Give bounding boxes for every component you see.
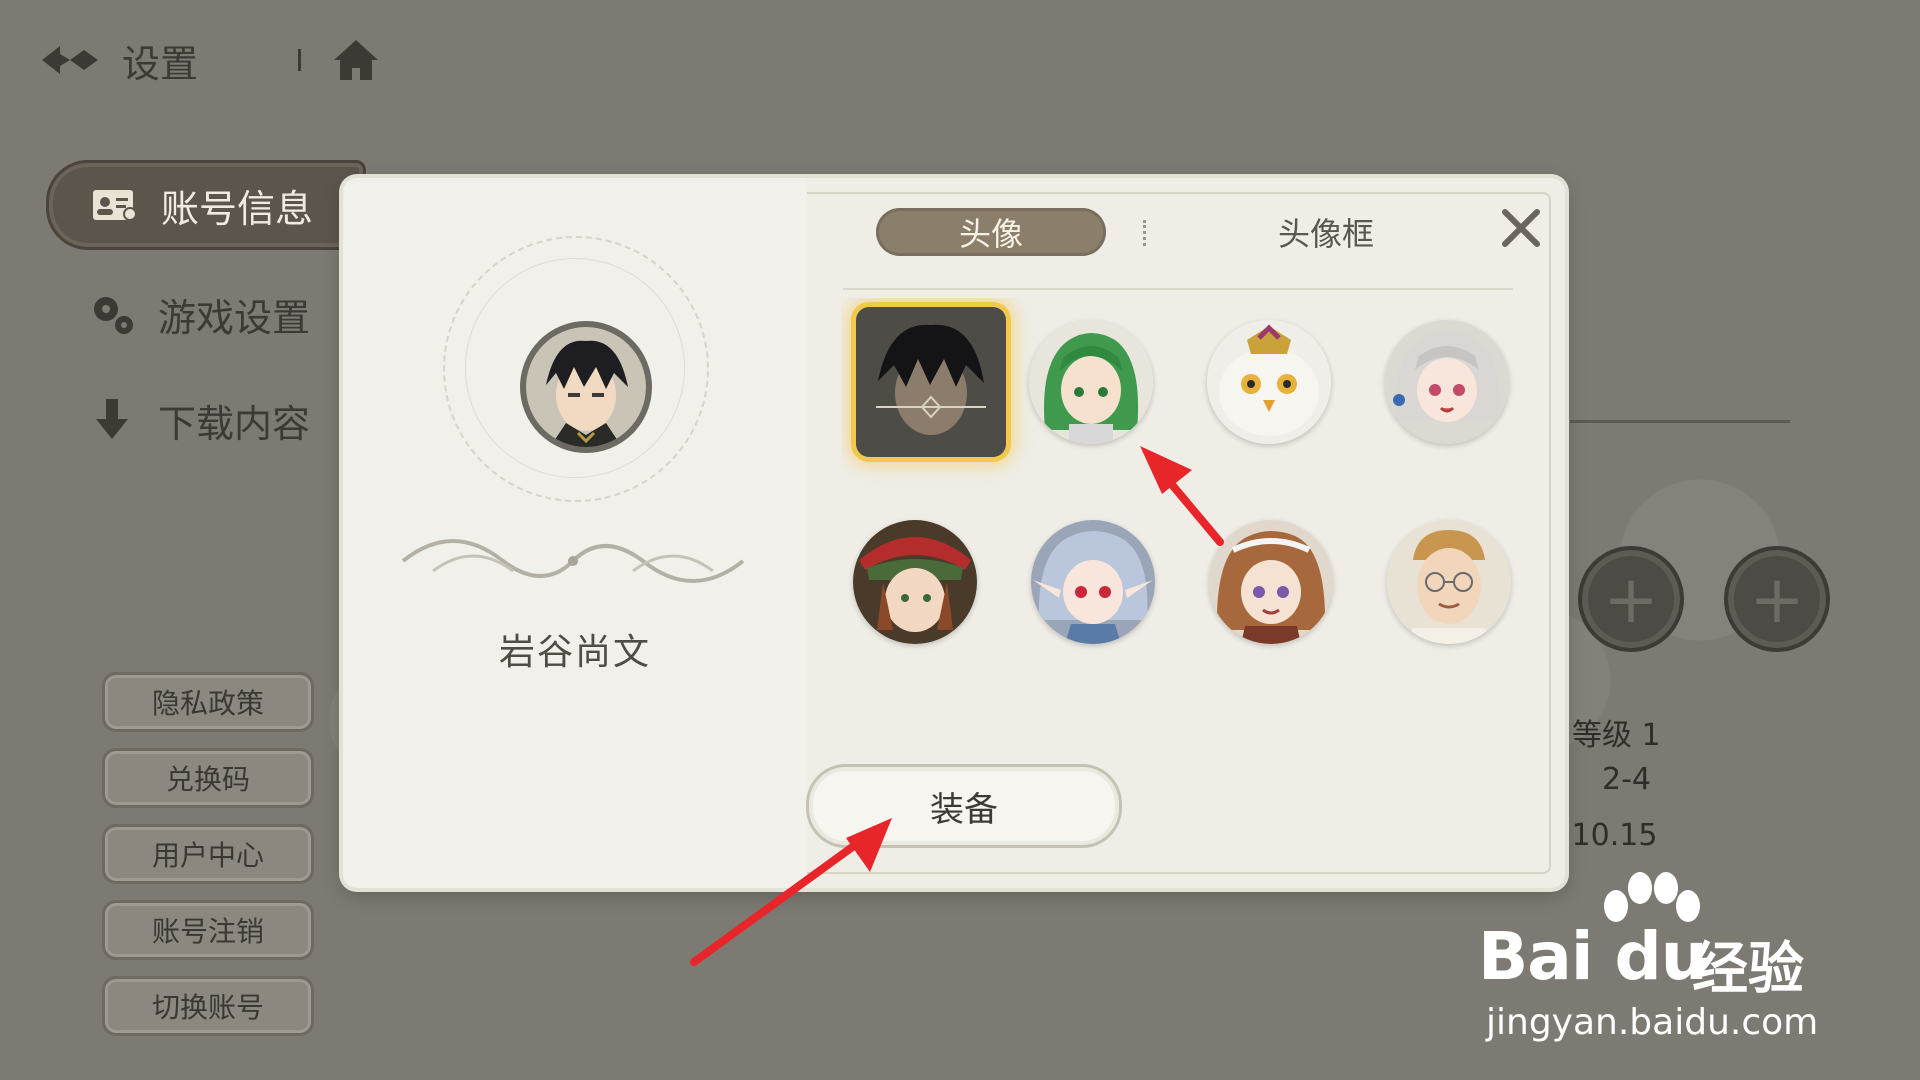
redeem-code-button[interactable]: 兑换码	[102, 748, 314, 808]
avatar-option-silver-hair-girl[interactable]	[1385, 320, 1509, 444]
info-value: .10.15	[1562, 818, 1658, 853]
divider	[843, 288, 1513, 290]
current-avatar	[520, 321, 652, 453]
top-bar: 设置	[40, 30, 383, 90]
watermark-brand: Bai du	[1478, 918, 1708, 995]
tab-bar: 头像 头像框	[876, 208, 1476, 256]
sidebar-item-account-info[interactable]: 账号信息	[46, 160, 366, 250]
gears-icon	[86, 293, 138, 335]
add-button[interactable]: +	[1578, 546, 1684, 652]
watermark-url: jingyan.baidu.com	[1486, 1002, 1819, 1043]
baidu-watermark: Bai du 经验 jingyan.baidu.com	[1470, 870, 1910, 1070]
sidebar-item-label: 账号信息	[161, 186, 314, 231]
avatar-option-white-owl-creature[interactable]	[1207, 320, 1331, 444]
avatar-select-dialog: 岩谷尚文 头像 头像框 装备	[343, 178, 1565, 888]
watermark-brand-cn: 经验	[1692, 937, 1804, 1002]
avatar-option-dark-hair-male[interactable]	[851, 302, 1011, 462]
switch-account-button[interactable]: 切换账号	[102, 976, 314, 1036]
avatar-option-red-hat-girl[interactable]	[853, 520, 977, 644]
page-title: 设置	[122, 41, 199, 86]
equip-button[interactable]: 装备	[806, 764, 1122, 848]
sidebar-item-game-settings[interactable]: 游戏设置	[46, 272, 366, 356]
close-icon[interactable]	[1493, 200, 1549, 256]
divider	[298, 49, 302, 71]
id-card-icon	[89, 184, 141, 226]
decorative-flourish	[401, 539, 745, 583]
avatar-option-blue-hair-elf-girl[interactable]	[1031, 520, 1155, 644]
level-label: 等级 1	[1572, 718, 1661, 753]
avatar-option-old-man-glasses[interactable]	[1387, 520, 1511, 644]
avatar-option-green-hair-girl[interactable]	[1029, 320, 1153, 444]
avatar-option-brown-hair-girl[interactable]	[1209, 520, 1333, 644]
tab-avatar-frame[interactable]: 头像框	[1206, 208, 1446, 256]
delete-account-button[interactable]: 账号注销	[102, 900, 314, 960]
sidebar: 账号信息 游戏设置 下载内容	[46, 160, 366, 484]
user-center-button[interactable]: 用户中心	[102, 824, 314, 884]
avatar-grid	[841, 298, 1541, 718]
tab-separator	[1143, 220, 1149, 246]
preview-panel: 岩谷尚文	[343, 178, 807, 888]
privacy-policy-button[interactable]: 隐私政策	[102, 672, 314, 732]
info-value: 2-4	[1602, 762, 1651, 797]
sidebar-item-label: 下载内容	[158, 401, 311, 446]
account-actions: 隐私政策 兑换码 用户中心 账号注销 切换账号	[102, 672, 314, 1052]
add-button[interactable]: +	[1724, 546, 1830, 652]
tab-avatar[interactable]: 头像	[876, 208, 1106, 256]
home-icon[interactable]	[329, 33, 383, 87]
player-name: 岩谷尚文	[498, 632, 651, 673]
decorative-line	[1570, 420, 1790, 423]
sidebar-item-label: 游戏设置	[158, 295, 311, 340]
sidebar-item-download-content[interactable]: 下载内容	[46, 378, 366, 462]
download-icon	[86, 399, 138, 441]
back-arrow-icon[interactable]	[40, 35, 104, 85]
